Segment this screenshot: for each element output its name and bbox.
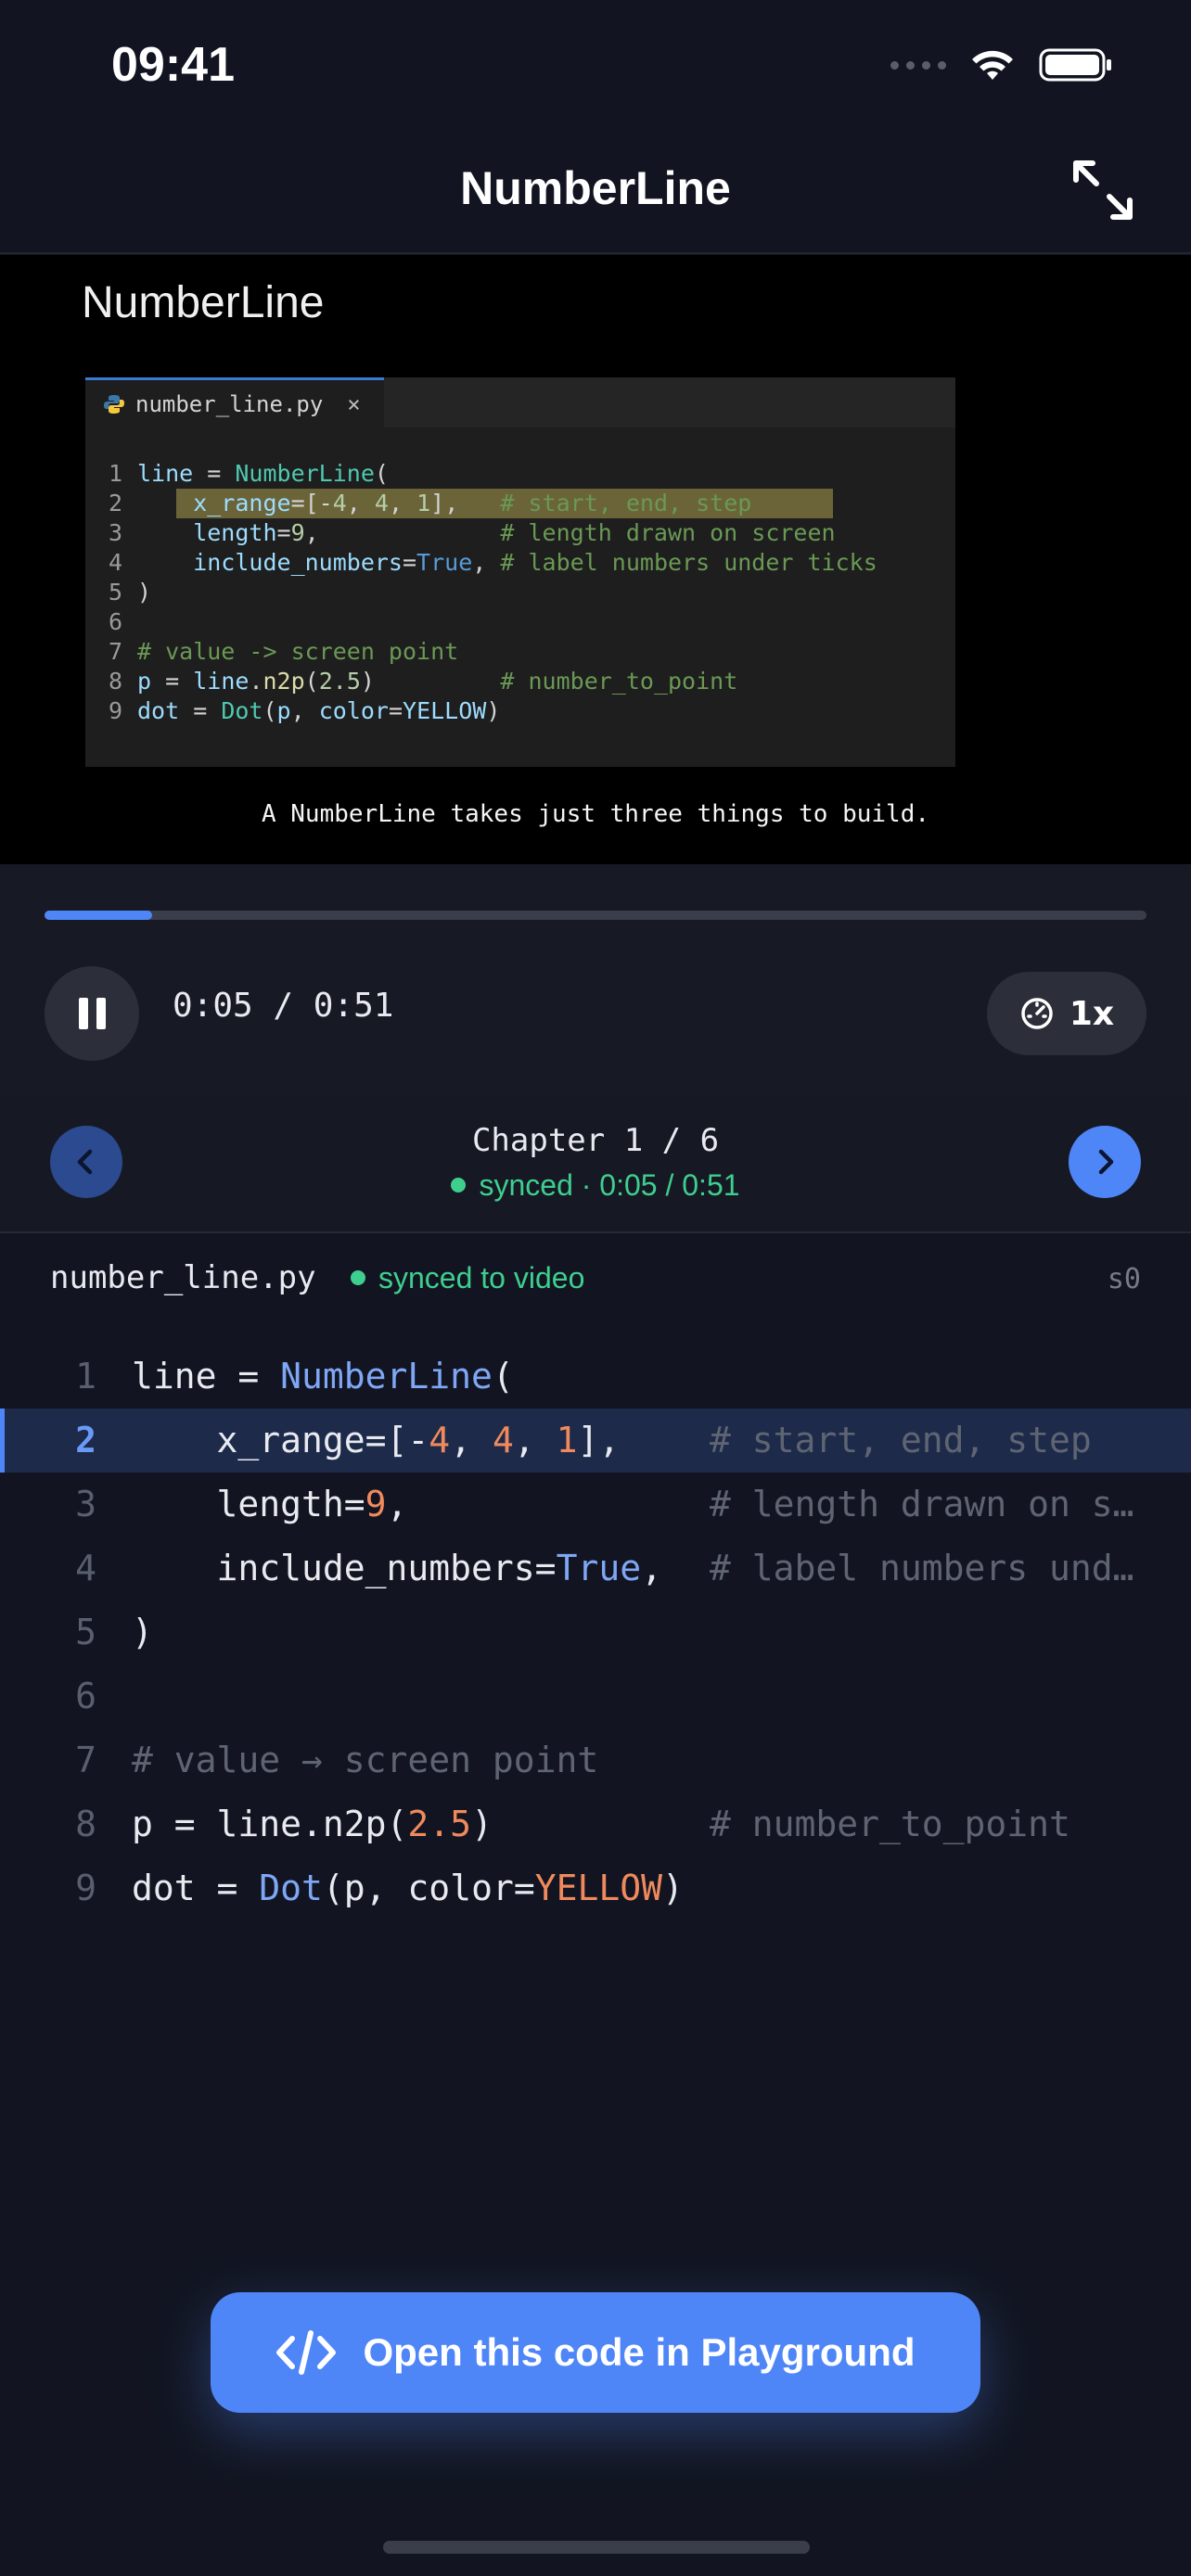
code-line-active[interactable]: 2 x_range=[-4, 4, 1], # start, end, step [0,1409,1191,1473]
code-line[interactable]: 3 length=9, # length drawn on s… [0,1473,1191,1537]
code-line[interactable]: 1 line = NumberLine( [0,1345,1191,1409]
code-line[interactable]: 7 # value → screen point [0,1728,1191,1792]
editor-line: 5) [108,579,152,606]
editor-line: 9 dot = Dot(p, color=YELLOW) [108,697,501,724]
code-line[interactable]: 6 [0,1664,1191,1728]
progress-fill [45,911,153,920]
editor-line: 8p = line.n2p(2.5) # number_to_point [108,668,738,695]
sync-status-dot [451,1177,467,1192]
code-icon [276,2330,337,2375]
chapter-sync-status: synced · 0:05 / 0:51 [0,1168,1191,1203]
editor-tab-bar: number_line.py × [85,377,955,427]
code-line[interactable]: 5) [0,1600,1191,1664]
step-indicator: s0 [1107,1263,1141,1295]
wifi-icon [972,50,1013,80]
battery-icon [1039,48,1111,82]
editor-line: 7 # value -> screen point [108,638,459,665]
next-chapter-button[interactable] [1069,1126,1141,1198]
editor-line: 1 line = NumberLine( [108,460,389,487]
top-bar: NumberLine [0,130,1191,254]
code-file-header: number_line.py synced to video s0 [0,1233,1191,1326]
code-view: 1 line = NumberLine( 2 x_range=[-4, 4, 1]… [0,1345,1191,1920]
open-in-playground-button[interactable]: Open this code in Playground [211,2292,980,2413]
editor-line-highlighted: 2 x_range=[-4, 4, 1], # start, end, step [85,489,955,518]
file-name: number_line.py [50,1259,316,1296]
editor-tab-label: number_line.py [135,390,324,417]
code-line[interactable]: 4 include_numbers=True, # label numbers u… [0,1537,1191,1600]
editor-line: 6 [108,608,122,635]
editor-tab: number_line.py × [85,377,384,427]
video-code-editor: number_line.py × 1 line = NumberLine( 2 x… [85,377,955,767]
open-in-playground-label: Open this code in Playground [363,2330,916,2374]
status-icons [890,46,1113,83]
close-icon: × [347,390,361,417]
fullscreen-button[interactable] [1070,158,1135,223]
chevron-right-icon [1098,1149,1114,1175]
progress-bar[interactable] [45,911,1146,920]
chapter-navigation: Chapter 1 / 6 synced · 0:05 / 0:51 [0,1096,1191,1233]
player-controls: 0:05 / 0:51 1x [0,864,1191,1096]
file-sync-status: synced to video [351,1261,584,1295]
speedometer-icon [1021,998,1053,1029]
video-player[interactable]: NumberLine number_line.py × 1 line = Numb… [0,255,1191,864]
playback-time: 0:05 / 0:51 [173,987,394,1025]
editor-line: 3 length=9, # length drawn on screen [108,519,836,546]
home-indicator[interactable] [383,2541,810,2554]
pause-button[interactable] [45,966,139,1061]
status-bar: 09:41 [0,0,1191,130]
cellular-signal-icon [890,60,946,70]
expand-icon [1073,160,1133,220]
code-line[interactable]: 8p = line.n2p(2.5) # number_to_point [0,1792,1191,1856]
editor-line: 4 include_numbers=True, # label numbers … [108,549,877,576]
chapter-label: Chapter 1 / 6 [471,1122,720,1159]
video-scene-title: NumberLine [82,278,325,327]
editor-code: 1 line = NumberLine( 2 x_range=[-4, 4, 1]… [85,459,955,726]
page-title: NumberLine [460,162,731,214]
python-file-icon [104,394,124,414]
video-caption: A NumberLine takes just three things to … [261,800,930,828]
pause-icon [78,998,88,1029]
playback-speed-button[interactable]: 1x [987,972,1146,1055]
status-time: 09:41 [111,38,235,92]
playback-speed-label: 1x [1069,994,1115,1033]
code-line[interactable]: 9 dot = Dot(p, color=YELLOW) [0,1856,1191,1920]
